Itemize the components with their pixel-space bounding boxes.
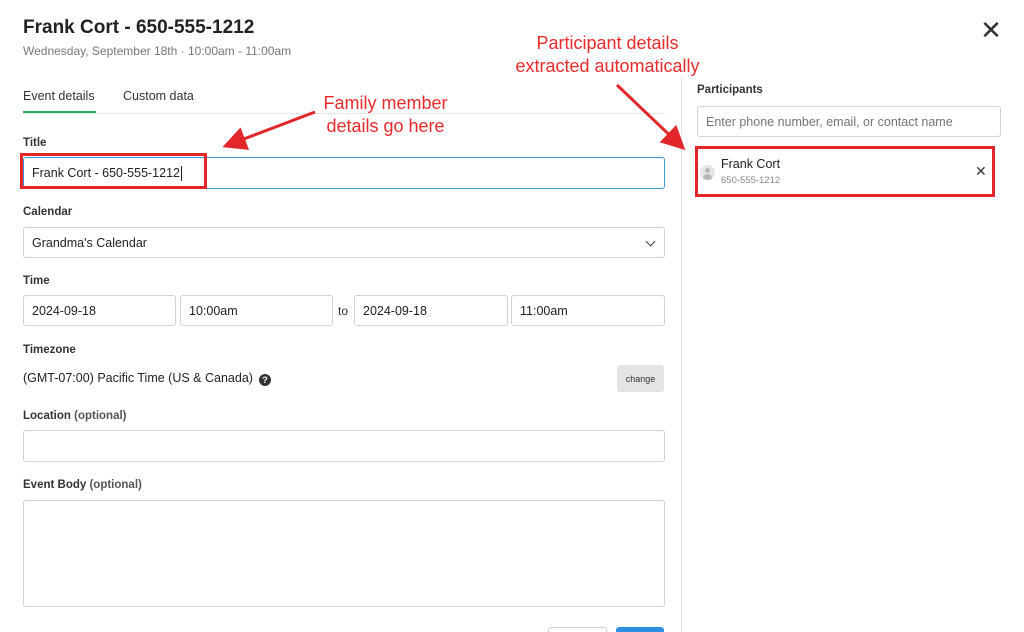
annotation-arrows [222, 83, 686, 151]
participant-arrow [615, 83, 686, 151]
family-arrow [222, 110, 316, 150]
